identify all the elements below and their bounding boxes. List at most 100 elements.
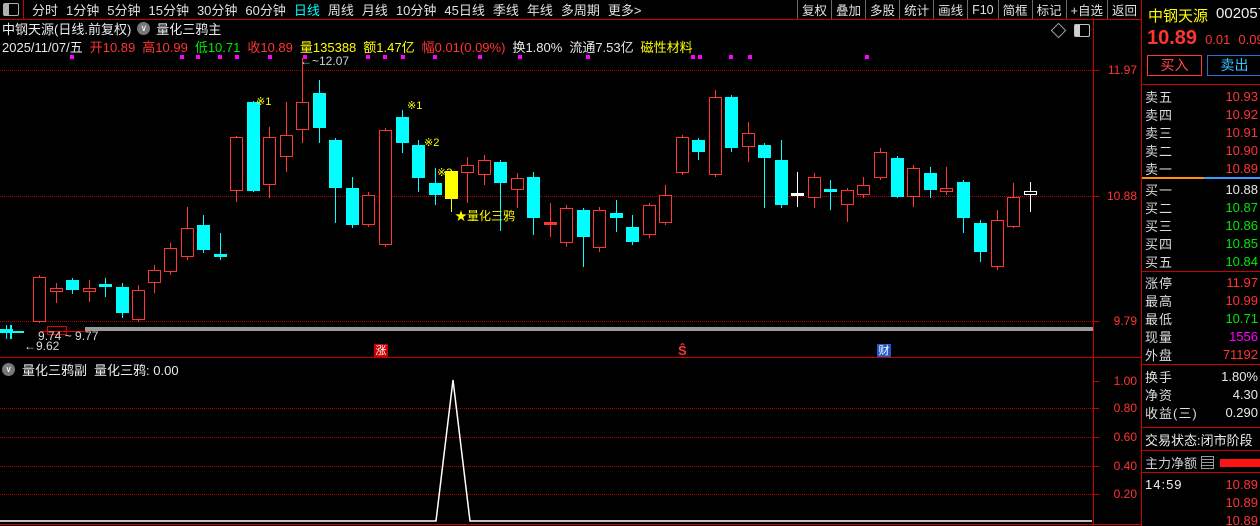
buy-button[interactable]: 买入: [1147, 55, 1202, 76]
candle-wick: [1030, 182, 1031, 212]
candle-body: [891, 158, 904, 197]
candle-body: [544, 222, 557, 225]
subchart-line: [0, 0, 1260, 526]
detail-list-icon[interactable]: [1201, 456, 1214, 469]
tick-row-label: 14:59: [1145, 477, 1183, 492]
candle-body: [874, 152, 887, 178]
gridline: [0, 70, 1093, 71]
bid-row-value: 10.87: [1225, 200, 1258, 215]
candle-body: [643, 205, 656, 235]
stat-row-value: 0.290: [1225, 405, 1258, 420]
ask-row[interactable]: 卖一 10.89: [1142, 160, 1260, 178]
candle-body: [527, 177, 540, 218]
stat-row: 最低10.71: [1142, 309, 1260, 327]
candle-wick: [302, 58, 303, 143]
candle-body: [725, 97, 738, 148]
axis-tick: [1094, 466, 1099, 467]
bid-row[interactable]: 买二 10.87: [1142, 198, 1260, 216]
ask-row[interactable]: 卖四10.92: [1142, 105, 1260, 123]
signal-marker: ※3: [437, 166, 452, 179]
signal-marker: ※1: [407, 99, 422, 112]
gridline: [0, 494, 1093, 495]
stat-row-label: 最低: [1145, 309, 1173, 328]
ask-row-value: 10.89: [1225, 161, 1258, 176]
axis-label: 0.20: [1095, 487, 1137, 501]
axis-label: 0.60: [1095, 430, 1137, 444]
axis-tick: [1094, 70, 1099, 71]
stock-name[interactable]: 中钢天源: [1148, 5, 1208, 26]
axis-tick: [1094, 437, 1099, 438]
ask-row-label: 卖二: [1145, 141, 1173, 160]
main-net-row: 主力净额: [1142, 453, 1260, 472]
quote-stats: 涨停11.97最高10.99最低10.71现量1556外盘71192: [1142, 273, 1260, 364]
main-chart[interactable]: ※1※1※2※3 ←~12.07 ★量化三鸦 9.74 ~ 9.77 ←9.62…: [0, 0, 1260, 526]
stat-row-label: 收益(三): [1145, 403, 1198, 422]
ask-row[interactable]: 卖三10.91: [1142, 123, 1260, 141]
event-badge[interactable]: 财: [877, 344, 891, 358]
price-change: 0.01: [1205, 32, 1230, 47]
candle-wick: [56, 283, 57, 303]
stat-row-label: 外盘: [1145, 345, 1173, 364]
sidebar-divider: [1142, 450, 1260, 451]
candle-body: [280, 135, 293, 157]
candle-body: [296, 102, 309, 130]
marker-dot: [748, 55, 752, 59]
candle-body: [511, 178, 524, 190]
stat-row-label: 换手: [1145, 367, 1173, 386]
candle-body: [924, 173, 937, 190]
axis-label: 0.40: [1095, 459, 1137, 473]
axis-label: 10.88: [1095, 189, 1137, 203]
event-symbol[interactable]: Ŝ: [678, 343, 687, 358]
quote-stats-2: 换手1.80%净资4.30收益(三)0.290: [1142, 367, 1260, 422]
subchart-readout: 量化三鸦: 0.00: [94, 360, 179, 379]
candle-body: [841, 190, 854, 205]
event-badge[interactable]: 涨: [374, 344, 388, 358]
marker-dot: [180, 55, 184, 59]
price-axis-line: [1093, 20, 1094, 525]
sell-button[interactable]: 卖出: [1207, 55, 1260, 76]
bid-row-value: 10.84: [1225, 254, 1258, 269]
candle-wick: [105, 278, 106, 297]
bid-row-label: 买二: [1145, 198, 1173, 217]
candle-body: [313, 93, 326, 128]
stat-row-label: 涨停: [1145, 273, 1173, 292]
axis-tick: [1094, 381, 1099, 382]
stat-row-value: 1556: [1229, 329, 1258, 344]
bid-row-label: 买四: [1145, 234, 1173, 253]
ask-row-label: 卖一: [1145, 159, 1173, 178]
ask-row-value: 10.93: [1225, 89, 1258, 104]
stat-row-label: 净资: [1145, 385, 1173, 404]
pane-divider[interactable]: [0, 357, 1141, 358]
candle-body: [33, 277, 46, 322]
stat-row-value: 1.80%: [1221, 369, 1258, 384]
candle-body: [83, 288, 96, 292]
gridline: [0, 437, 1093, 438]
ask-row-value: 10.90: [1225, 143, 1258, 158]
bid-row-value: 10.85: [1225, 236, 1258, 251]
bid-row[interactable]: 买三10.86: [1142, 216, 1260, 234]
candle-body: [346, 188, 359, 225]
subchart-dropdown-icon[interactable]: ∨: [2, 363, 15, 376]
stat-row-value: 71192: [1223, 347, 1258, 362]
stat-row: 换手 1.80%: [1142, 367, 1260, 385]
candle-body: [1024, 191, 1037, 195]
marker-dot: [698, 55, 702, 59]
bid-row[interactable]: 买四 10.85: [1142, 235, 1260, 253]
candle-body: [610, 213, 623, 218]
subchart-name[interactable]: 量化三鸦副: [22, 360, 87, 379]
indicator-signal-label: ★量化三鸦: [455, 207, 515, 224]
tick-row-value: 10.89: [1225, 513, 1258, 526]
candle-body: [940, 188, 953, 192]
ask-row[interactable]: 卖二 10.90: [1142, 142, 1260, 160]
bid-row[interactable]: 买一10.88: [1142, 180, 1260, 198]
candle-wick: [830, 180, 831, 210]
axis-label: 1.00: [1095, 374, 1137, 388]
bid-row-label: 买五: [1145, 252, 1173, 271]
price-change-pct: 0.09%: [1238, 32, 1260, 47]
bid-row[interactable]: 买五 10.84: [1142, 253, 1260, 271]
gridline: [0, 466, 1093, 467]
ask-row[interactable]: 卖五10.93: [1142, 87, 1260, 105]
tick-list: 14:5910.8910.8910.89: [1142, 475, 1260, 526]
sidebar-divider: [1142, 472, 1260, 473]
main-net-gauge: [1220, 459, 1260, 467]
